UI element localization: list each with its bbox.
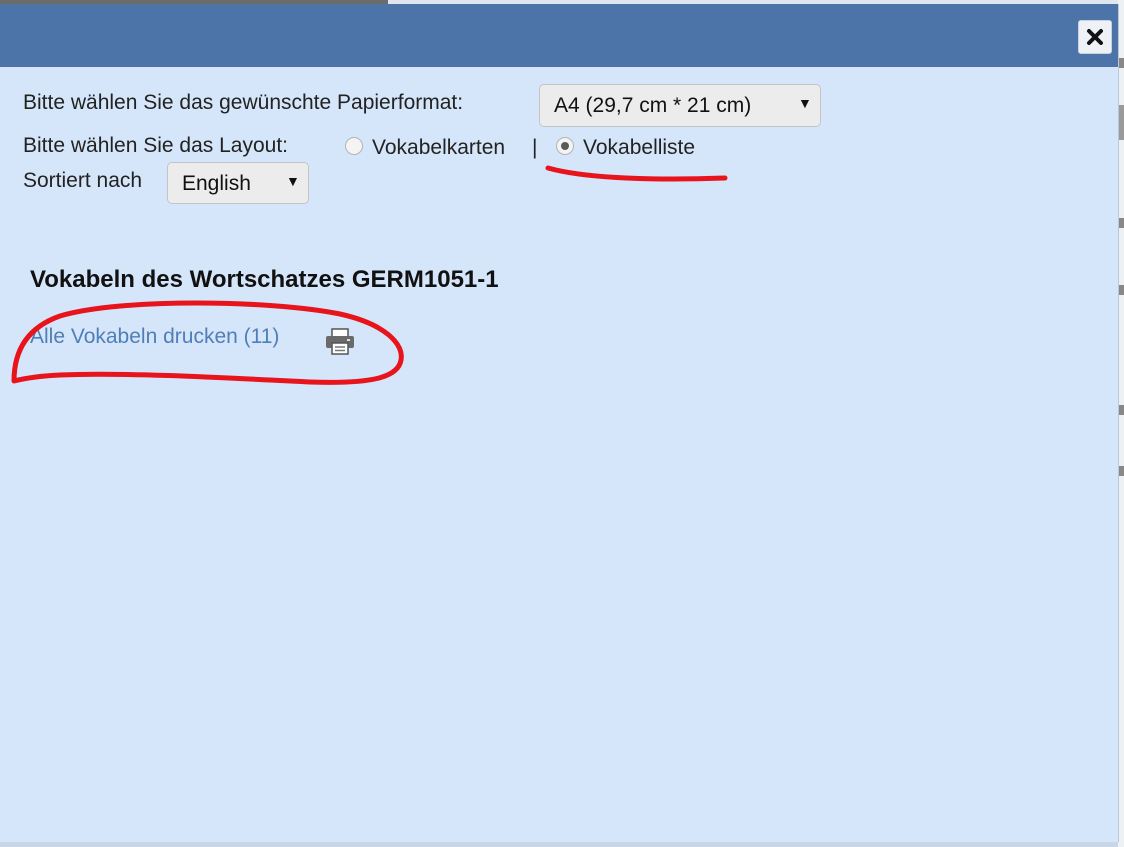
- layout-label: Bitte wählen Sie das Layout:: [23, 134, 289, 157]
- background-mark: [1119, 285, 1124, 295]
- chevron-down-icon: ▼: [798, 95, 812, 111]
- sort-value: English: [182, 172, 251, 195]
- background-mark: [1119, 218, 1124, 228]
- sort-select[interactable]: English ▼: [167, 162, 309, 204]
- background-mark: [1119, 58, 1124, 68]
- print-all-link[interactable]: Alle Vokabeln drucken (11): [30, 325, 279, 349]
- dialog-titlebar: [0, 4, 1118, 67]
- close-button[interactable]: [1078, 20, 1112, 54]
- printer-icon[interactable]: [325, 328, 355, 356]
- chevron-down-icon: ▼: [286, 173, 300, 189]
- background-mark: [1119, 105, 1124, 140]
- radio-selected-dot: [561, 142, 569, 150]
- print-dialog: [0, 4, 1119, 842]
- background-mark: [1119, 466, 1124, 476]
- layout-option-vokabelliste[interactable]: Vokabelliste: [583, 136, 695, 160]
- paper-format-label: Bitte wählen Sie das gewünschte Papierfo…: [23, 91, 464, 114]
- vocabulary-heading: Vokabeln des Wortschatzes GERM1051-1: [30, 266, 499, 293]
- close-icon: [1087, 29, 1103, 45]
- layout-option-vokabelkarten[interactable]: Vokabelkarten: [372, 136, 505, 160]
- layout-radio-vokabelliste[interactable]: [556, 137, 574, 155]
- layout-separator: |: [532, 136, 538, 159]
- background-mark: [1119, 405, 1124, 415]
- layout-radio-vokabelkarten[interactable]: [345, 137, 363, 155]
- sort-label: Sortiert nach: [23, 169, 143, 192]
- paper-format-value: A4 (29,7 cm * 21 cm): [554, 94, 752, 117]
- paper-format-select[interactable]: A4 (29,7 cm * 21 cm) ▼: [539, 84, 821, 127]
